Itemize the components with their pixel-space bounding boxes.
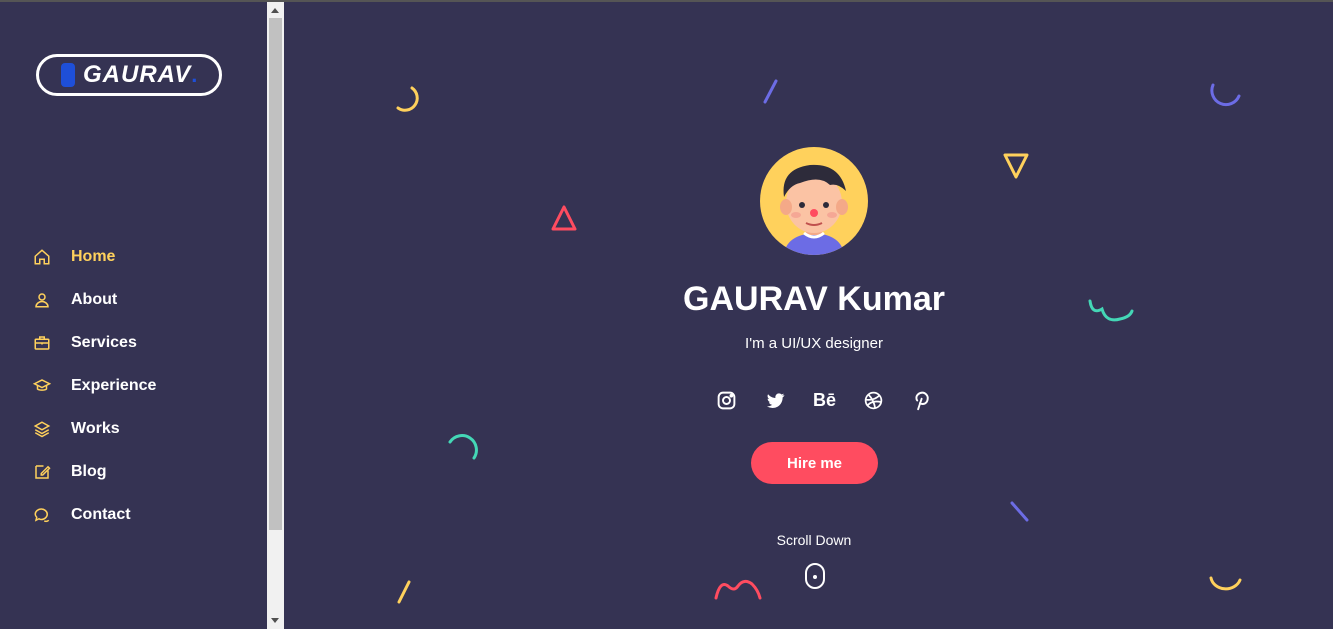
nav-label-services: Services xyxy=(71,333,137,351)
decorative-arc-green xyxy=(448,434,478,460)
chat-icon xyxy=(34,507,50,522)
nav-label-blog: Blog xyxy=(71,462,107,480)
decorative-line-purple xyxy=(763,79,778,104)
nav-item-services[interactable]: Services xyxy=(33,321,156,364)
dribbble-icon xyxy=(864,391,883,409)
nav-label-contact: Contact xyxy=(71,505,131,523)
sidebar: GAURAV . Home About Services Experience … xyxy=(0,2,267,629)
home-icon xyxy=(34,248,50,264)
logo-dot: . xyxy=(191,62,198,87)
scrollbar-thumb[interactable] xyxy=(269,18,282,530)
social-dribbble[interactable] xyxy=(849,387,898,413)
graduation-cap-icon xyxy=(33,378,51,391)
scrollbar[interactable] xyxy=(267,2,284,629)
social-pinterest[interactable] xyxy=(898,387,947,413)
decorative-line-purple-2 xyxy=(1010,501,1029,522)
pinterest-icon xyxy=(915,391,929,410)
instagram-icon xyxy=(717,391,736,409)
nav-label-experience: Experience xyxy=(71,376,157,394)
nav-item-blog[interactable]: Blog xyxy=(33,450,156,493)
layers-icon xyxy=(33,420,51,437)
scroll-down-label[interactable]: Scroll Down xyxy=(284,532,1333,548)
logo[interactable]: GAURAV . xyxy=(36,54,222,96)
nav-item-experience[interactable]: Experience xyxy=(33,364,156,407)
social-links: Bē xyxy=(702,387,947,413)
scroll-down-arrow[interactable] xyxy=(271,618,279,623)
logo-mark xyxy=(61,63,75,87)
decorative-arc-yellow xyxy=(396,86,419,112)
decorative-arc-yellow-2 xyxy=(1209,576,1242,591)
briefcase-icon xyxy=(34,335,50,350)
nav-label-works: Works xyxy=(71,419,120,437)
social-instagram[interactable] xyxy=(702,387,751,413)
social-behance[interactable]: Bē xyxy=(800,387,849,413)
decorative-triangle-yellow xyxy=(1003,153,1029,179)
logo-text: GAURAV xyxy=(83,61,192,88)
nav-item-about[interactable]: About xyxy=(33,278,156,321)
nav-label-home: Home xyxy=(71,247,116,265)
nav-item-works[interactable]: Works xyxy=(33,407,156,450)
nav-item-home[interactable]: Home xyxy=(33,235,156,278)
nav-item-contact[interactable]: Contact xyxy=(33,493,156,536)
hero-name: GAURAV Kumar xyxy=(683,280,945,318)
behance-icon: Bē xyxy=(812,389,836,410)
hire-me-button[interactable]: Hire me xyxy=(751,442,878,484)
decorative-arc-purple xyxy=(1210,83,1241,107)
decorative-squiggle-red xyxy=(714,579,762,600)
hero-tagline: I'm a UI/UX designer xyxy=(745,335,883,352)
hero-section: GAURAV Kumar I'm a UI/UX designer Bē Hir… xyxy=(284,2,1333,629)
main-nav: Home About Services Experience Works Blo… xyxy=(33,235,156,536)
avatar xyxy=(760,147,868,255)
user-icon xyxy=(35,292,49,307)
decorative-line-yellow xyxy=(397,580,411,604)
mouse-icon[interactable] xyxy=(805,563,825,589)
twitter-icon xyxy=(766,392,785,408)
scroll-up-arrow[interactable] xyxy=(271,8,279,13)
nav-label-about: About xyxy=(71,290,118,308)
mouse-wheel xyxy=(813,575,817,579)
social-twitter[interactable] xyxy=(751,387,800,413)
edit-icon xyxy=(35,464,51,479)
decorative-triangle-red xyxy=(551,205,577,231)
